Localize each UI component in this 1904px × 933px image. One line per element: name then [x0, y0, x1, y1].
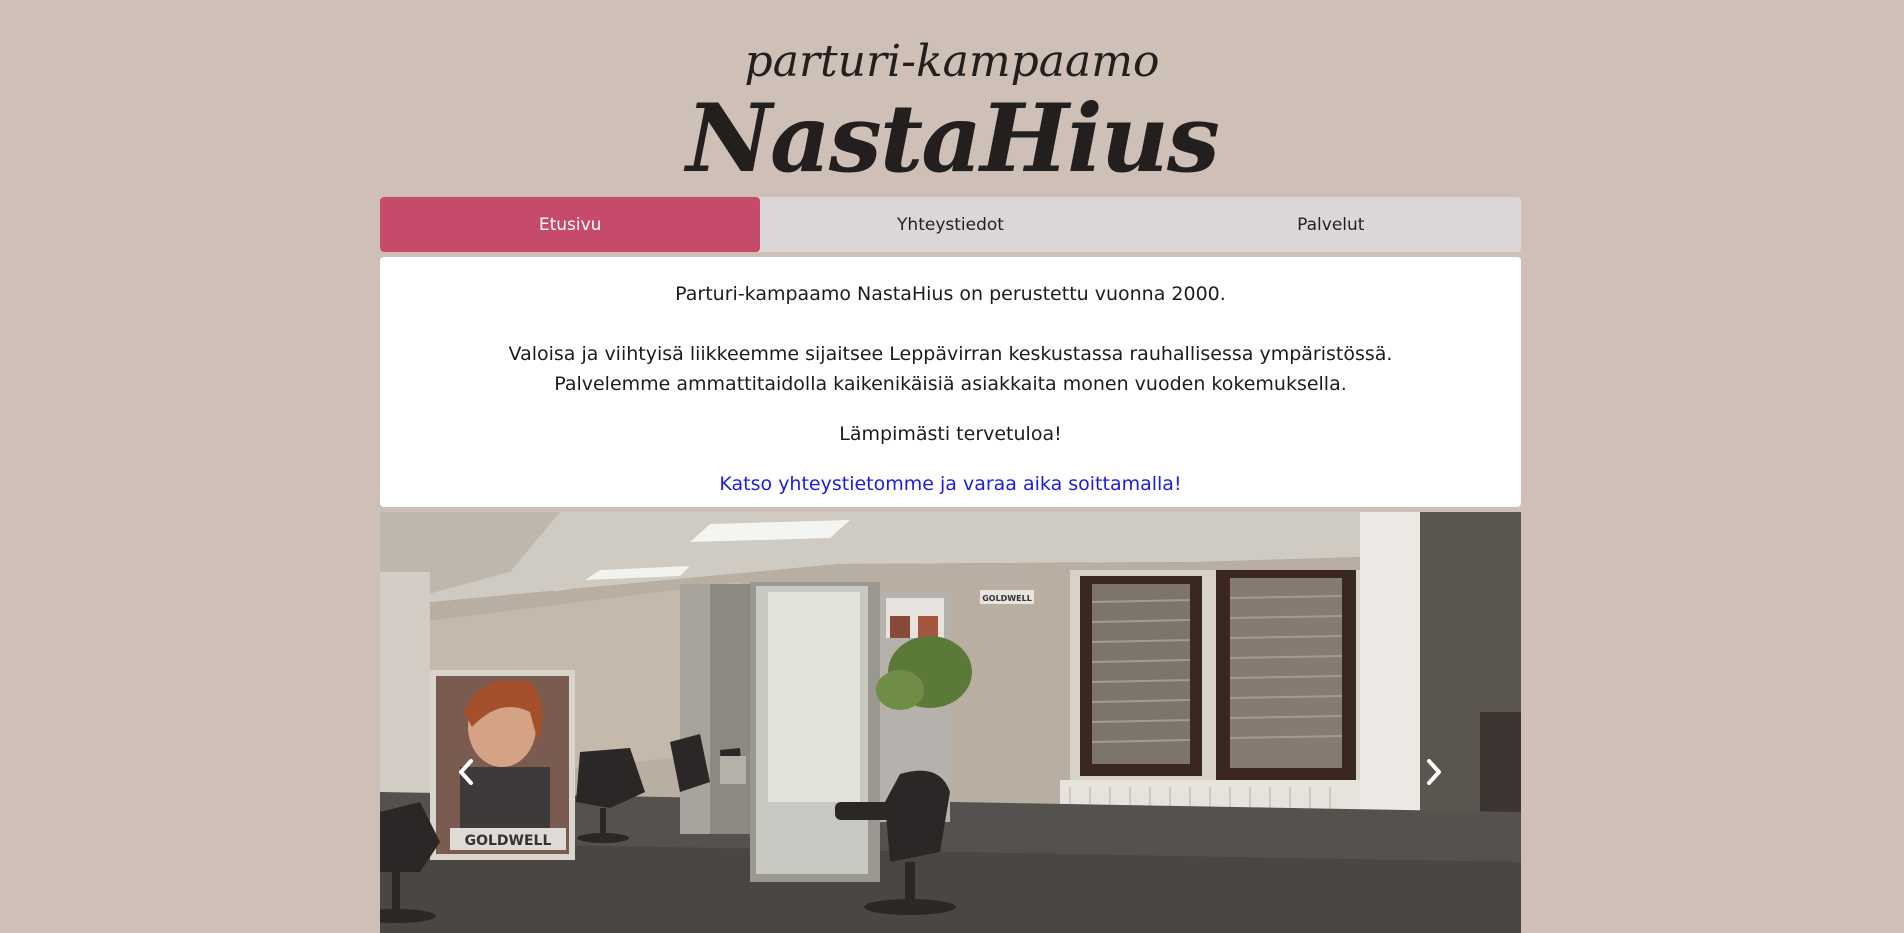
description-line-1: Valoisa ja viihtyisä liikkeemme sijaitse… — [508, 343, 1393, 365]
site-header: parturi-kampaamo NastaHius — [0, 0, 1904, 196]
image-carousel[interactable]: GOLDWELL GOLDWELL — [380, 512, 1521, 933]
poster-brand-text-2: GOLDWELL — [982, 594, 1032, 603]
chevron-left-icon — [459, 759, 473, 785]
intro-panel: Parturi-kampaamo NastaHius on perustettu… — [380, 257, 1521, 507]
contact-link[interactable]: Katso yhteystietomme ja varaa aika soitt… — [380, 469, 1521, 499]
tab-palvelut[interactable]: Palvelut — [1141, 197, 1521, 252]
main-nav: Etusivu Yhteystiedot Palvelut — [380, 197, 1521, 252]
chevron-right-icon — [1427, 759, 1441, 785]
intro-text: Parturi-kampaamo NastaHius on perustettu… — [675, 283, 1226, 305]
tab-etusivu[interactable]: Etusivu — [380, 197, 761, 252]
logo-title[interactable]: NastaHius — [0, 92, 1904, 186]
logo-subtitle: parturi-kampaamo — [744, 36, 1160, 87]
carousel-prev-button[interactable] — [446, 742, 486, 802]
salon-interior-photo: GOLDWELL GOLDWELL — [380, 512, 1521, 933]
carousel-next-button[interactable] — [1414, 742, 1454, 802]
poster-brand-text: GOLDWELL — [465, 833, 552, 849]
description-line-2: Palvelemme ammattitaidolla kaikenikäisiä… — [554, 373, 1347, 395]
welcome-text: Lämpimästi tervetuloa! — [839, 423, 1062, 445]
tab-yhteystiedot[interactable]: Yhteystiedot — [760, 197, 1140, 252]
